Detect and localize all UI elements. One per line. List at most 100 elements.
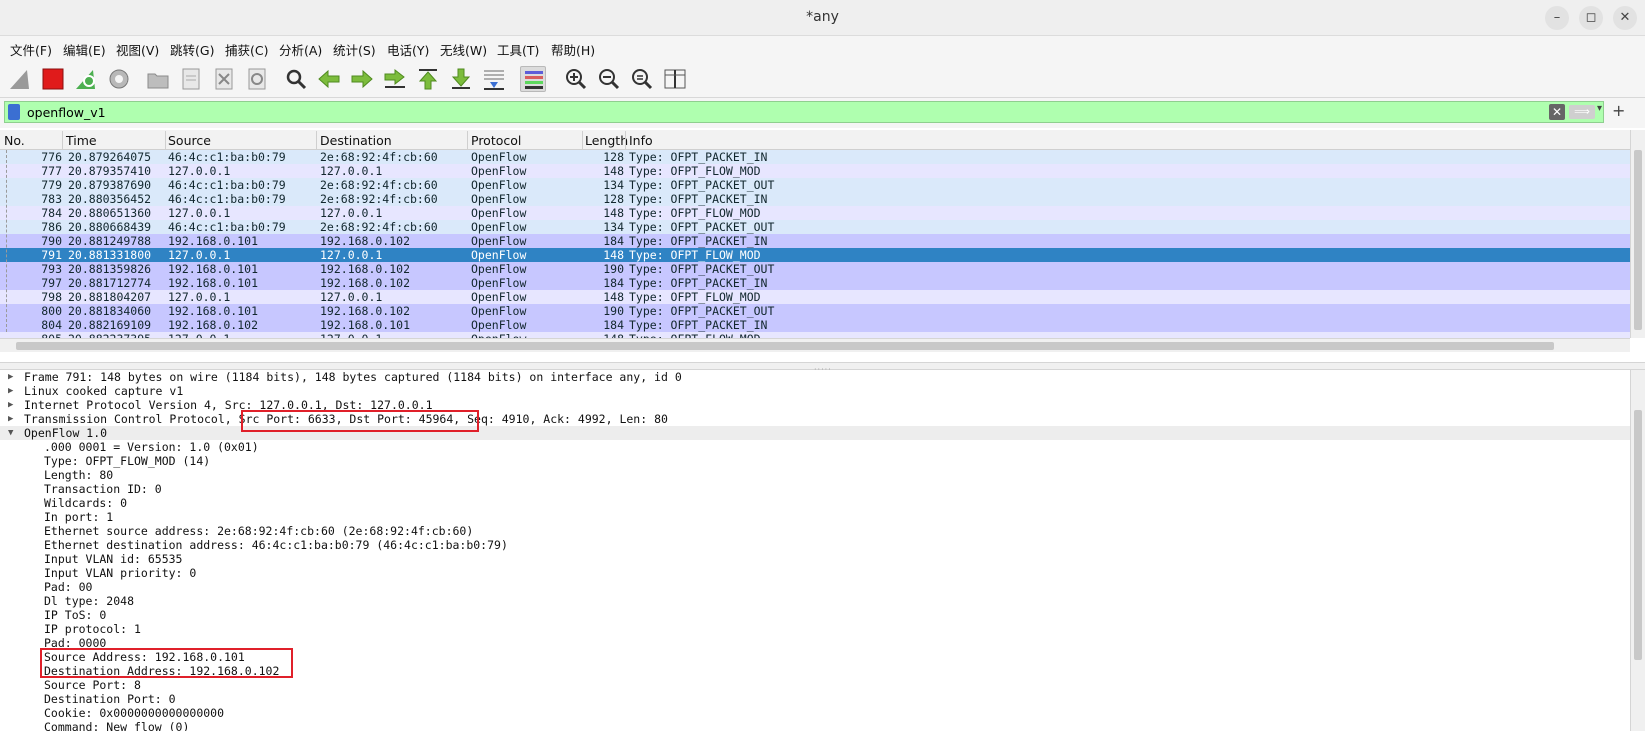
openflow-field-row[interactable]: Command: New flow (0)	[0, 720, 1630, 731]
display-filter-value[interactable]: openflow_v1	[27, 105, 106, 120]
clear-filter-icon[interactable]: ✕	[1549, 104, 1565, 120]
menu-go[interactable]: 跳转(G)	[170, 40, 214, 59]
zoom-normal-button[interactable]	[629, 66, 655, 92]
go-first-packet-button[interactable]	[415, 66, 441, 92]
zoom-in-button[interactable]	[563, 66, 589, 92]
close-file-button[interactable]	[211, 66, 237, 92]
auto-scroll-button[interactable]	[481, 66, 507, 92]
maximize-button[interactable]: ◻	[1579, 6, 1603, 30]
go-last-packet-button[interactable]	[448, 66, 474, 92]
bookmark-icon[interactable]	[8, 104, 20, 120]
menu-help[interactable]: 帮助(H)	[551, 40, 595, 59]
menu-edit[interactable]: 编辑(E)	[63, 40, 106, 59]
packet-row[interactable]: 784 20.880651360 127.0.0.1 127.0.0.1 OpenFlo…	[0, 206, 1630, 220]
openflow-field-row[interactable]: IP ToS: 0	[0, 608, 1630, 622]
save-file-button[interactable]	[178, 66, 204, 92]
menu-telephony[interactable]: 电话(Y)	[387, 40, 429, 59]
col-header-length[interactable]: Length	[585, 133, 628, 148]
expand-arrow-icon[interactable]: ▶	[8, 370, 13, 384]
openflow-field-row[interactable]: IP protocol: 1	[0, 622, 1630, 636]
column-divider[interactable]	[316, 131, 317, 149]
packet-cell-proto: OpenFlow	[471, 248, 527, 262]
openflow-field-row[interactable]: Pad: 00	[0, 580, 1630, 594]
display-filter-input[interactable]: openflow_v1 ✕ ⟹ ▾	[4, 101, 1604, 123]
openflow-field-row[interactable]: Type: OFPT_FLOW_MOD (14)	[0, 454, 1630, 468]
menu-analyze[interactable]: 分析(A)	[279, 40, 322, 59]
capture-options-button[interactable]	[106, 66, 132, 92]
packet-row[interactable]: 793 20.881359826 192.168.0.101 192.168.0.10…	[0, 262, 1630, 276]
go-forward-button[interactable]	[349, 66, 375, 92]
detail-linux-cooked[interactable]: ▶ Linux cooked capture v1	[0, 384, 1630, 398]
col-header-no[interactable]: No.	[4, 133, 25, 148]
openflow-field-row[interactable]: .000 0001 = Version: 1.0 (0x01)	[0, 440, 1630, 454]
details-vscroll-thumb[interactable]	[1634, 410, 1642, 660]
openflow-field-row[interactable]: Transaction ID: 0	[0, 482, 1630, 496]
go-back-button[interactable]	[316, 66, 342, 92]
openflow-field-row[interactable]: Source Port: 8	[0, 678, 1630, 692]
filter-dropdown-icon[interactable]: ▾	[1597, 103, 1602, 114]
detail-frame[interactable]: ▶ Frame 791: 148 bytes on wire (1184 bit…	[0, 370, 1630, 384]
colorize-button[interactable]	[520, 66, 546, 92]
packet-list-hscroll-thumb[interactable]	[16, 342, 1554, 350]
zoom-out-button[interactable]	[596, 66, 622, 92]
openflow-field-row[interactable]: In port: 1	[0, 510, 1630, 524]
minimize-button[interactable]: –	[1545, 6, 1569, 30]
openflow-field-row[interactable]: Length: 80	[0, 468, 1630, 482]
resize-columns-button[interactable]	[662, 66, 688, 92]
start-capture-button[interactable]	[7, 66, 33, 92]
close-window-button[interactable]: ✕	[1613, 6, 1637, 30]
openflow-field-row[interactable]: Ethernet source address: 2e:68:92:4f:cb:…	[0, 524, 1630, 538]
column-divider[interactable]	[582, 131, 583, 149]
packet-row[interactable]: 779 20.879387690 46:4c:c1:ba:b0:79 2e:68:92…	[0, 178, 1630, 192]
openflow-field-row[interactable]: Cookie: 0x0000000000000000	[0, 706, 1630, 720]
openflow-field-row[interactable]: Destination Port: 0	[0, 692, 1630, 706]
packet-row[interactable]: 790 20.881249788 192.168.0.101 192.168.0.10…	[0, 234, 1630, 248]
column-divider[interactable]	[165, 131, 166, 149]
openflow-field-row[interactable]: Input VLAN priority: 0	[0, 566, 1630, 580]
col-header-destination[interactable]: Destination	[320, 133, 392, 148]
menu-wireless[interactable]: 无线(W)	[440, 40, 487, 59]
openflow-field-row[interactable]: Wildcards: 0	[0, 496, 1630, 510]
apply-filter-icon[interactable]: ⟹	[1569, 105, 1595, 119]
col-header-protocol[interactable]: Protocol	[471, 133, 521, 148]
collapse-arrow-icon[interactable]: ▼	[8, 426, 13, 440]
column-divider[interactable]	[62, 131, 63, 149]
col-header-info[interactable]: Info	[629, 133, 653, 148]
menu-statistics[interactable]: 统计(S)	[333, 40, 376, 59]
go-to-packet-button[interactable]	[382, 66, 408, 92]
restart-capture-button[interactable]	[73, 66, 99, 92]
expand-arrow-icon[interactable]: ▶	[8, 384, 13, 398]
packet-row[interactable]: 797 20.881712774 192.168.0.101 192.168.0.10…	[0, 276, 1630, 290]
add-filter-button-icon[interactable]: +	[1612, 101, 1625, 120]
menu-file[interactable]: 文件(F)	[10, 40, 52, 59]
column-divider[interactable]	[625, 131, 626, 149]
packet-list-hscrollbar[interactable]	[0, 338, 1630, 352]
open-file-button[interactable]	[145, 66, 171, 92]
pane-splitter[interactable]: ·····	[0, 362, 1645, 374]
openflow-field-row[interactable]: Dl type: 2048	[0, 594, 1630, 608]
packet-row[interactable]: 800 20.881834060 192.168.0.101 192.168.0.10…	[0, 304, 1630, 318]
packet-row[interactable]: 804 20.882169109 192.168.0.102 192.168.0.10…	[0, 318, 1630, 332]
menu-capture[interactable]: 捕获(C)	[225, 40, 268, 59]
openflow-field-row[interactable]: Ethernet destination address: 46:4c:c1:b…	[0, 538, 1630, 552]
col-header-time[interactable]: Time	[66, 133, 97, 148]
packet-row[interactable]: 798 20.881804207 127.0.0.1 127.0.0.1 OpenFlo…	[0, 290, 1630, 304]
column-divider[interactable]	[467, 131, 468, 149]
packet-row[interactable]: 777 20.879357410 127.0.0.1 127.0.0.1 OpenFlo…	[0, 164, 1630, 178]
packet-row[interactable]: 791 20.881331800 127.0.0.1 127.0.0.1 OpenFlo…	[0, 248, 1630, 262]
menu-view[interactable]: 视图(V)	[116, 40, 159, 59]
packet-row[interactable]: 776 20.879264075 46:4c:c1:ba:b0:79 2e:68:92…	[0, 150, 1630, 164]
menu-tools[interactable]: 工具(T)	[497, 40, 539, 59]
openflow-field-row[interactable]: Input VLAN id: 65535	[0, 552, 1630, 566]
col-header-source[interactable]: Source	[168, 133, 211, 148]
reload-file-button[interactable]	[244, 66, 270, 92]
packet-row[interactable]: 786 20.880668439 46:4c:c1:ba:b0:79 2e:68:92…	[0, 220, 1630, 234]
expand-arrow-icon[interactable]: ▶	[8, 398, 13, 412]
expand-arrow-icon[interactable]: ▶	[8, 412, 13, 426]
details-vscrollbar[interactable]	[1630, 370, 1645, 731]
packet-row[interactable]: 783 20.880356452 46:4c:c1:ba:b0:79 2e:68:92…	[0, 192, 1630, 206]
find-packet-button[interactable]	[283, 66, 309, 92]
stop-capture-button[interactable]	[40, 66, 66, 92]
packet-list-vscroll-thumb[interactable]	[1634, 150, 1642, 330]
packet-list-vscrollbar[interactable]	[1630, 130, 1645, 338]
